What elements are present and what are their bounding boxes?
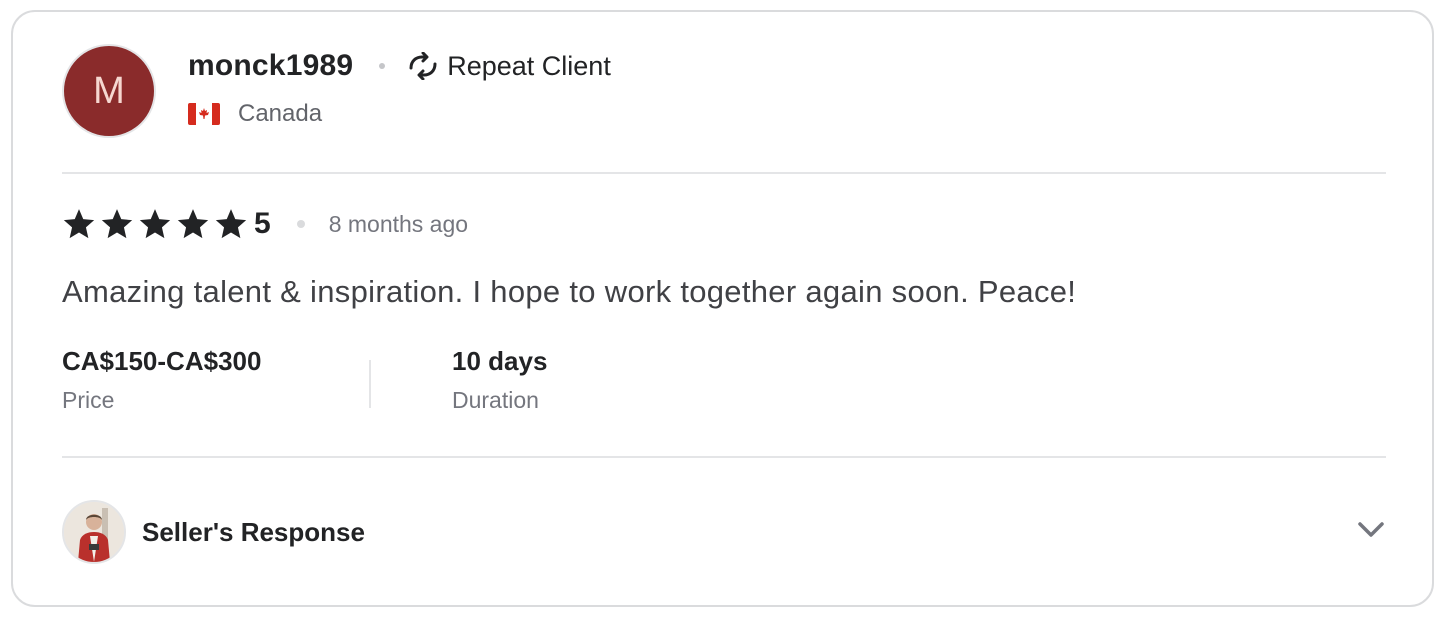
- reviewer-avatar[interactable]: M: [62, 44, 156, 138]
- rating-row: 5 8 months ago: [62, 204, 468, 244]
- review-comment: Amazing talent & inspiration. I hope to …: [62, 274, 1077, 309]
- star-icon: [215, 209, 247, 239]
- divider: [62, 456, 1386, 458]
- separator-dot: [296, 220, 305, 228]
- seller-photo: [64, 502, 124, 562]
- duration-info: 10 days Duration: [452, 346, 547, 414]
- country-row: Canada: [188, 100, 611, 128]
- seller-response-label: Seller's Response: [142, 516, 365, 547]
- vertical-separator: [369, 360, 371, 408]
- repeat-icon: [409, 52, 437, 80]
- star-rating: [62, 207, 252, 241]
- star-icon: [139, 209, 171, 239]
- avatar-initial: M: [93, 69, 125, 112]
- price-label: Price: [62, 387, 115, 413]
- review-card: M monck1989 Repeat Client Canada 5 8 mon…: [11, 10, 1434, 607]
- repeat-client-badge: Repeat Client: [407, 51, 611, 82]
- price-info: CA$150-CA$300 Price: [62, 346, 261, 414]
- reviewer-username[interactable]: monck1989: [188, 49, 353, 83]
- reviewer-country: Canada: [238, 100, 323, 127]
- canada-flag-icon: [188, 103, 220, 125]
- separator-dot: [379, 63, 386, 69]
- divider: [62, 172, 1386, 174]
- name-row: monck1989 Repeat Client: [188, 48, 611, 84]
- reviewer-info: monck1989 Repeat Client Canada: [188, 48, 611, 128]
- chevron-down-icon[interactable]: [1356, 518, 1386, 542]
- duration-label: Duration: [452, 387, 539, 413]
- seller-response-toggle[interactable]: Seller's Response: [62, 500, 1386, 564]
- repeat-client-label: Repeat Client: [447, 50, 611, 81]
- rating-score: 5: [254, 207, 271, 240]
- star-icon: [101, 209, 133, 239]
- star-icon: [63, 209, 95, 239]
- reviewer-header: M monck1989 Repeat Client Canada: [62, 44, 611, 138]
- star-icon: [177, 209, 209, 239]
- price-value: CA$150-CA$300: [62, 346, 262, 376]
- duration-value: 10 days: [452, 346, 548, 376]
- review-time: 8 months ago: [328, 210, 469, 237]
- seller-avatar: [62, 500, 126, 564]
